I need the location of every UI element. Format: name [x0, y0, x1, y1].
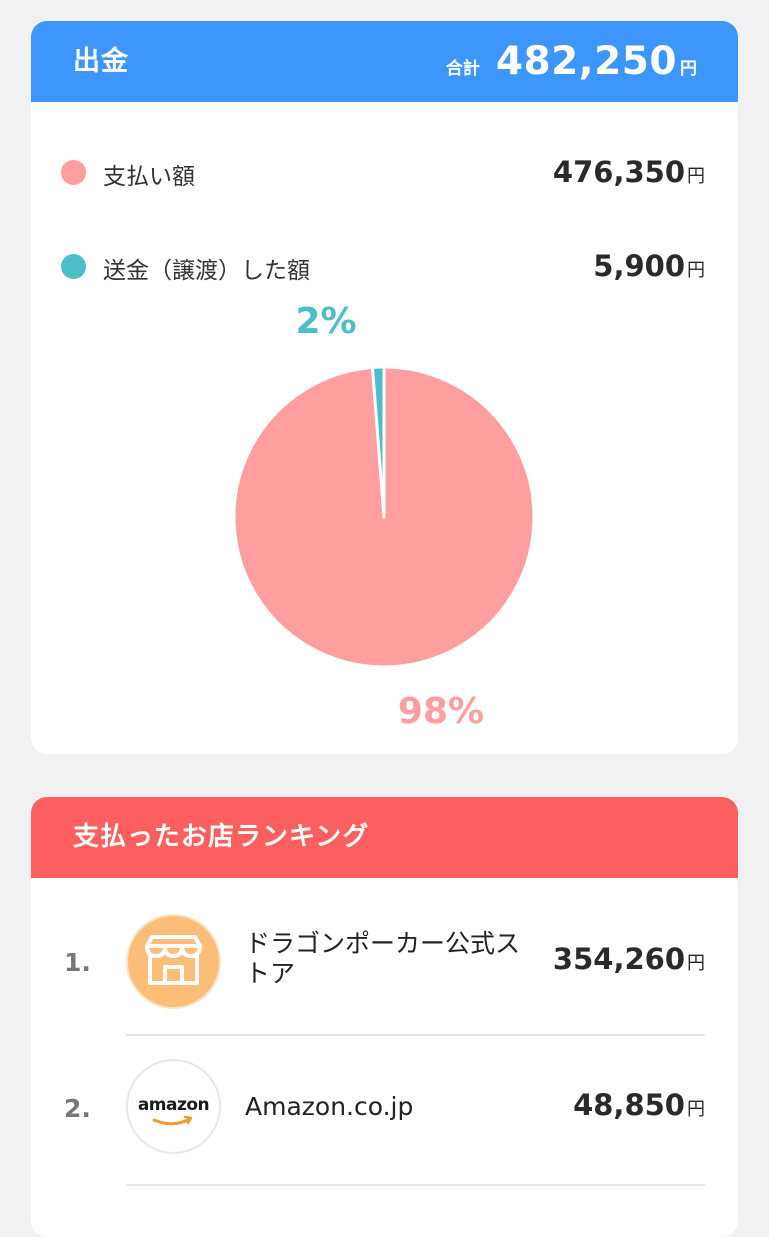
ranking-card: 支払ったお店ランキング 1. ドラゴンポーカー公式ストア 354,260 円 2… [31, 797, 738, 1237]
amazon-logo-icon: amazon [126, 1059, 221, 1154]
store-icon [126, 914, 221, 1009]
rank-number: 2. [64, 1094, 91, 1123]
payment-percent-label: 98% [397, 691, 485, 732]
payout-card: 出金 合計 482,250 円 支払い額 476,350 円 送金（譲渡）した額… [31, 21, 738, 754]
store-amount: 354,260 円 [553, 942, 705, 976]
transfer-percent-label: 2% [295, 301, 357, 342]
ranking-row[interactable]: 1. ドラゴンポーカー公式ストア 354,260 円 [31, 878, 738, 1028]
store-amount-value: 354,260 [552, 942, 685, 976]
store-amount-unit: 円 [687, 1099, 705, 1120]
rank-number: 1. [64, 948, 91, 977]
pie-chart [232, 365, 536, 669]
store-amount: 48,850 円 [573, 1088, 705, 1122]
row-divider [126, 1184, 705, 1186]
store-name: Amazon.co.jp [245, 1092, 414, 1121]
ranking-header: 支払ったお店ランキング [31, 797, 738, 878]
store-amount-value: 48,850 [573, 1088, 685, 1122]
store-amount-unit: 円 [687, 953, 705, 974]
ranking-row[interactable]: 2. amazon Amazon.co.jp 48,850 円 [31, 1036, 738, 1186]
ranking-title: 支払ったお店ランキング [73, 822, 370, 852]
store-name: ドラゴンポーカー公式ストア [245, 929, 521, 988]
